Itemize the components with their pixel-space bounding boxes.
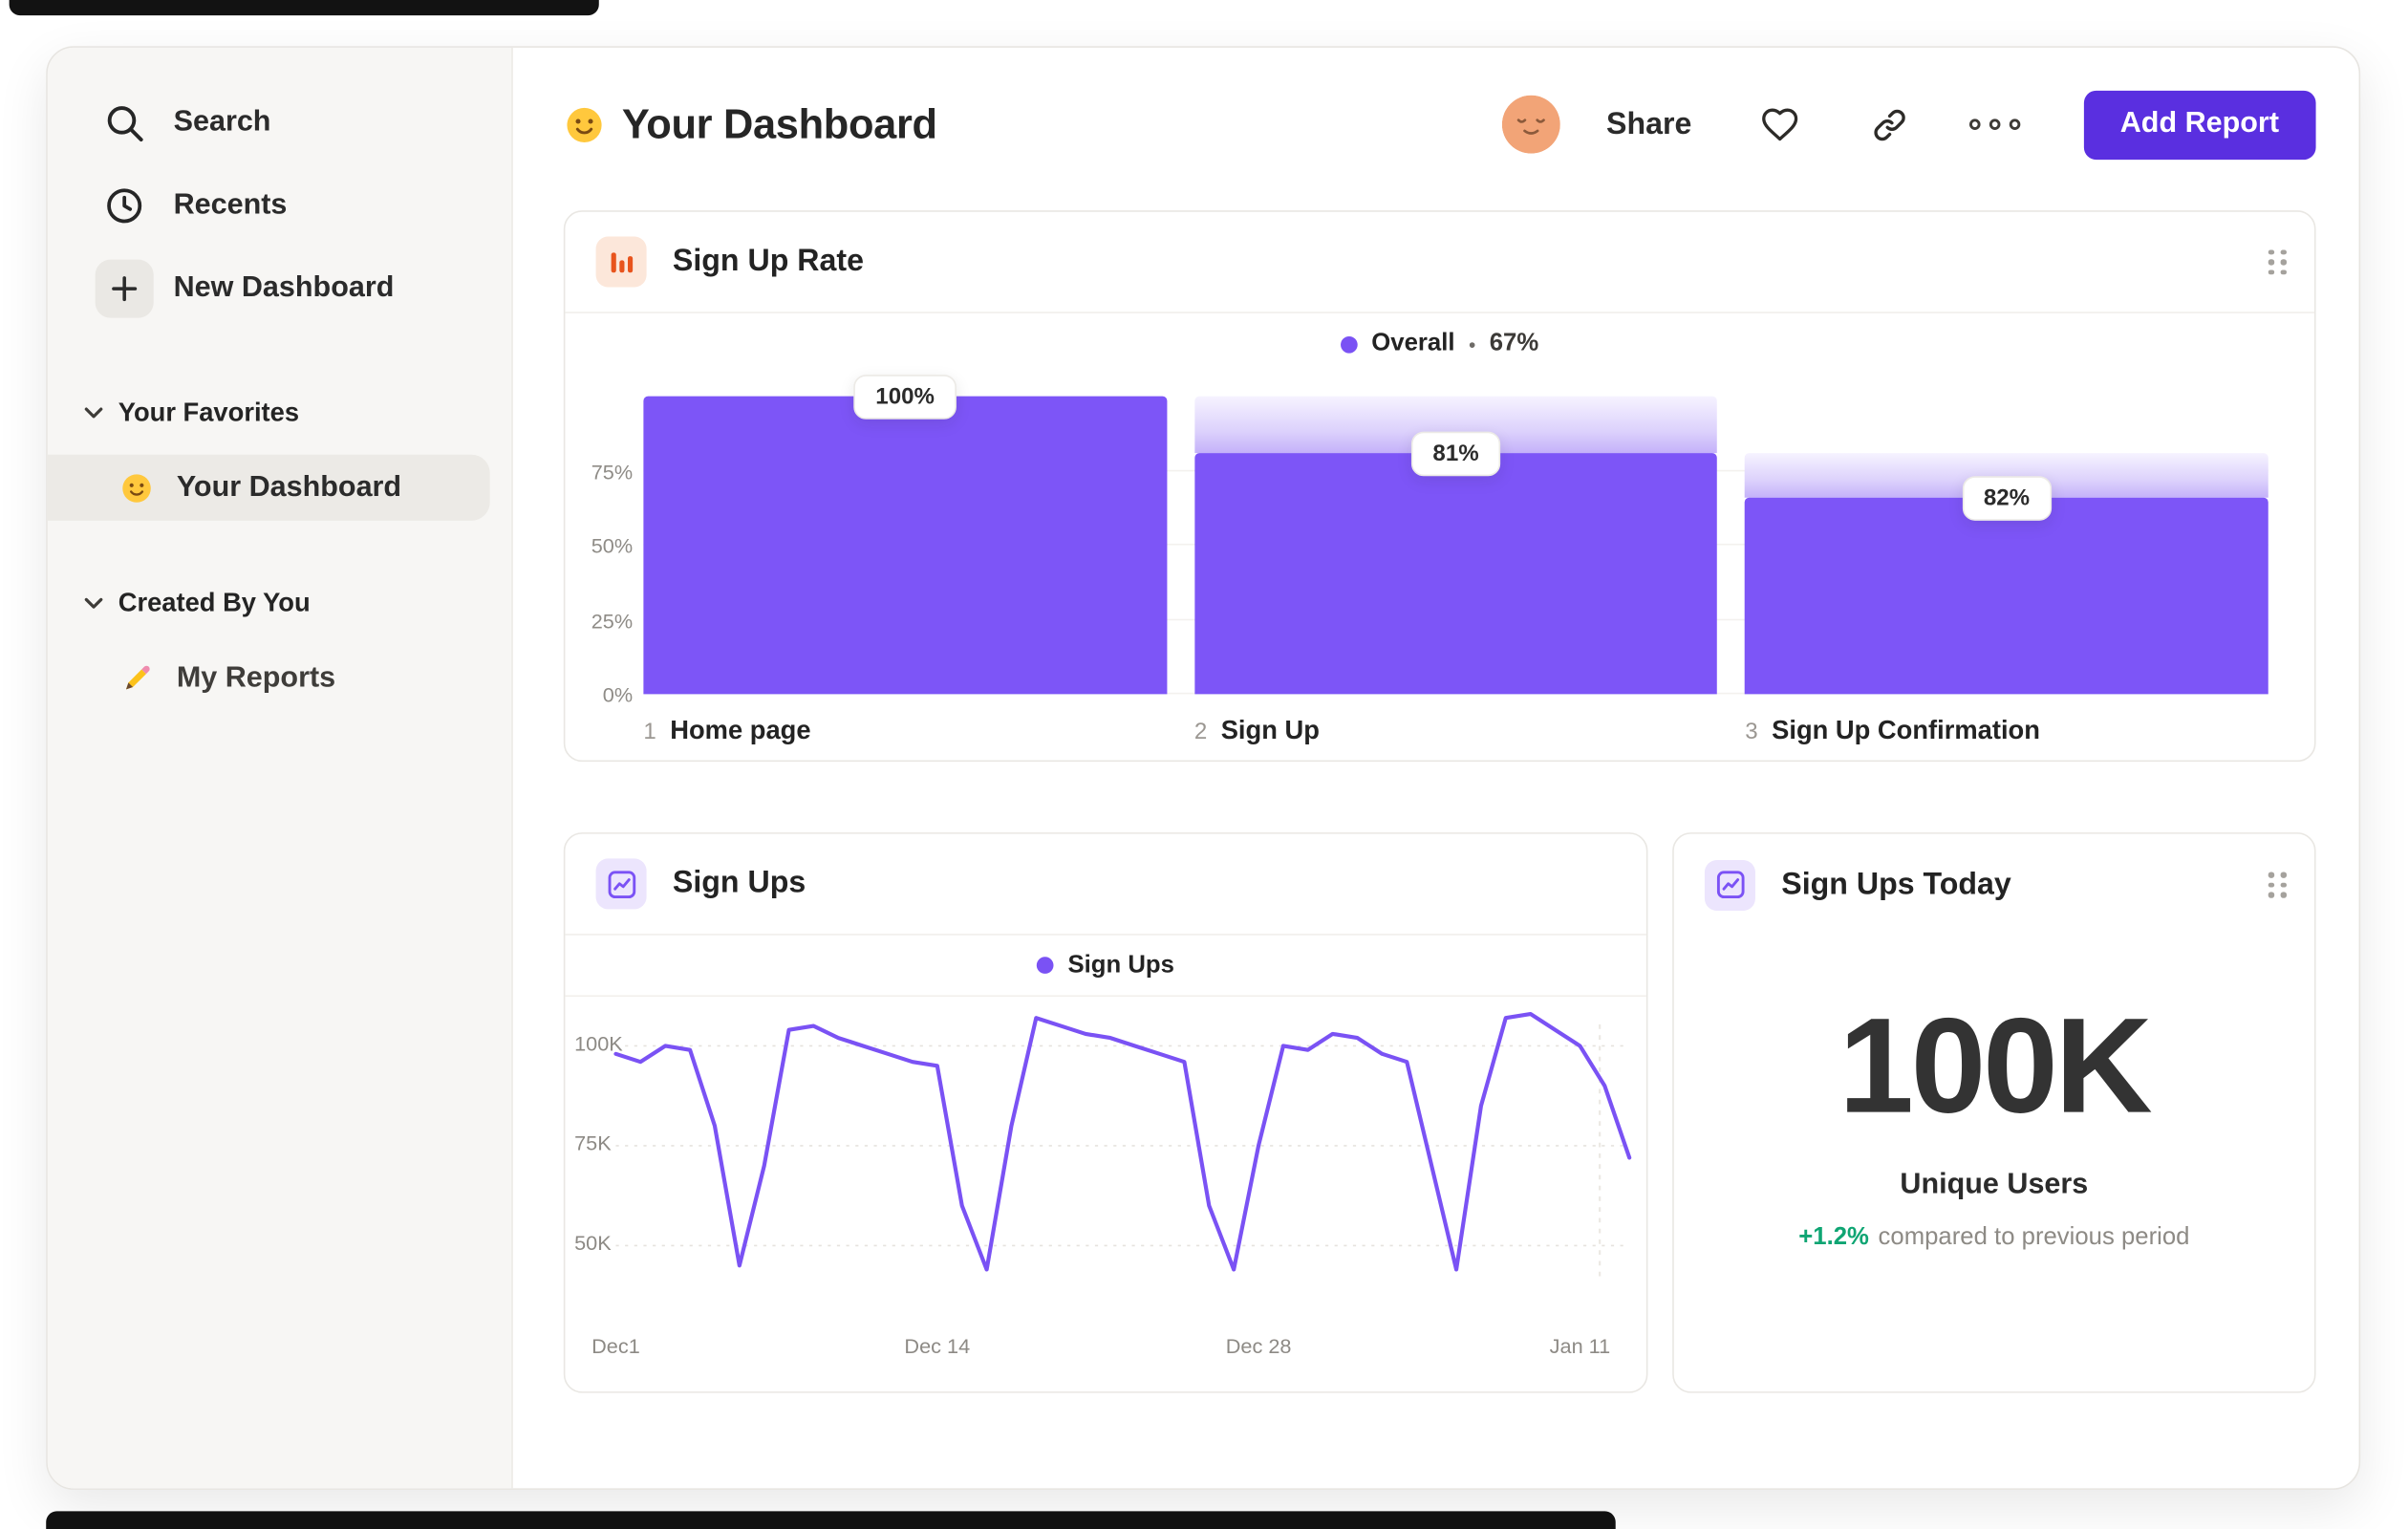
sidebar-item-label: New Dashboard [173,271,395,305]
funnel-y-tick: 50% [591,534,634,558]
line-y-tick: 50K [574,1231,612,1256]
bar-chart-icon [595,236,647,288]
drag-handle-icon[interactable] [2268,872,2287,897]
funnel-step-number: 3 [1745,719,1758,745]
background-window-edge-bottom [46,1511,1616,1529]
sidebar-item-your-dashboard[interactable]: Your Dashboard [47,454,490,521]
funnel-step-label: 2 Sign Up [1194,716,1718,746]
sidebar-item-my-reports[interactable]: My Reports [48,645,490,711]
sidebar-item-search[interactable]: Search [48,81,511,164]
funnel-step-name: Home page [670,715,811,745]
legend-value: 67% [1489,330,1539,356]
funnel-value-tooltip: 81% [1410,431,1501,477]
legend-dot [1037,957,1055,974]
card-header: Sign Ups [565,834,1646,936]
funnel-bar-step-1: 100% [643,375,1167,695]
background-window-edge-top [9,0,599,16]
section-title: Your Favorites [118,398,300,427]
sidebar-item-label: Search [173,105,271,139]
funnel-step-name: Sign Up [1220,715,1320,745]
copy-link-icon[interactable] [1870,105,1908,143]
drag-handle-icon[interactable] [2268,248,2287,275]
funnel-value-tooltip: 82% [1962,476,2052,521]
sidebar-item-label: My Reports [176,660,336,694]
card-title: Sign Ups [672,866,806,900]
line-y-tick: 100K [574,1031,623,1056]
card-header: Sign Up Rate [565,212,2314,313]
funnel-legend: Overall • 67% [565,313,2314,375]
sidebar-section-created-by-you[interactable]: Created By You [48,580,511,626]
legend-separator: • [1468,332,1476,356]
legend-label: Overall [1371,330,1455,356]
share-button[interactable]: Share [1606,107,1691,142]
plus-icon [94,258,155,319]
funnel-solid-bar [1745,497,2268,695]
funnel-y-tick: 25% [591,609,634,633]
signups-today-card: Sign Ups Today 100K Unique Users +1.2% co… [1672,832,2316,1393]
sidebar-section-favorites[interactable]: Your Favorites [48,390,511,436]
funnel-step-label: 3 Sign Up Confirmation [1745,716,2268,746]
page-title: Your Dashboard [621,100,937,147]
line-chart-icon [1704,859,1755,911]
funnel-plot: 75% 50% 25% 0% 100% 81% 82% [591,375,2268,706]
card-header: Sign Ups Today [1674,834,2314,936]
signups-line-svg [613,1011,1632,1280]
page-root: Search Recents New Dashboard Your Favori… [0,0,2408,1529]
main-content: Your Dashboard Share Add Report Sign Up … [513,48,2359,1488]
cards-row: Sign Ups Sign Ups 100K 75K 50K Dec1 Dec 14 De… [563,832,2316,1393]
more-options-icon[interactable] [1967,117,2022,132]
signup-rate-card: Sign Up Rate Overall • 67% 75% 50% 25% 0% 10… [563,210,2316,763]
line-x-tick: Dec 28 [1225,1334,1292,1358]
add-report-button[interactable]: Add Report [2083,90,2316,160]
search-icon [94,92,155,153]
app-window: Search Recents New Dashboard Your Favori… [46,46,2361,1490]
funnel-y-tick: 75% [591,460,634,484]
header-actions: Share Add Report [1501,90,2316,160]
signups-legend: Sign Ups [565,936,1646,998]
line-chart-icon [595,858,647,910]
clock-icon [94,175,155,236]
dashboard-header: Your Dashboard Share Add Report [564,89,2316,160]
metric-value: 100K [1838,988,2152,1142]
funnel-labels: 1 Home page 2 Sign Up 3 Sign Up Confirmation [643,716,2268,746]
sidebar: Search Recents New Dashboard Your Favori… [47,47,513,1489]
section-title: Created By You [118,588,311,618]
sidebar-item-new-dashboard[interactable]: New Dashboard [48,248,511,331]
smiley-icon [118,469,156,506]
line-x-tick: Dec1 [591,1334,640,1358]
card-title: Sign Up Rate [672,244,864,278]
funnel-step-label: 1 Home page [643,716,1167,746]
metric-delta-note: compared to previous period [1878,1223,2190,1251]
line-x-tick: Dec 14 [904,1334,971,1358]
chevron-down-icon [84,407,103,420]
funnel-y-tick: 0% [602,683,634,707]
card-title: Sign Ups Today [1781,867,2011,901]
funnel-step-number: 1 [643,719,656,745]
funnel-bar-step-3: 82% [1745,397,2268,695]
metric-delta: +1.2% [1798,1223,1869,1251]
funnel-value-tooltip: 100% [853,375,957,420]
funnel-solid-bar [643,396,1167,695]
favorite-heart-icon[interactable] [1759,104,1799,144]
legend-label: Sign Ups [1067,951,1174,978]
signups-chart: 100K 75K 50K Dec1 Dec 14 Dec 28 Jan 11 [565,997,1645,1384]
metric-body: 100K Unique Users +1.2% compared to previ… [1674,988,2314,1252]
sidebar-item-recents[interactable]: Recents [48,164,511,248]
metric-label: Unique Users [1900,1169,2089,1201]
line-y-tick: 75K [574,1131,612,1155]
avatar[interactable] [1501,95,1560,154]
smiley-icon [564,103,605,144]
legend-dot [1341,335,1358,353]
metric-delta-row: +1.2% compared to previous period [1674,1224,2314,1252]
pencil-icon [118,659,156,697]
funnel-solid-bar [1193,452,1718,695]
chevron-down-icon [84,597,103,610]
funnel-step-number: 2 [1193,719,1208,745]
funnel-bar-step-2: 81% [1193,396,1718,695]
sidebar-item-label: Recents [173,188,288,222]
sidebar-item-label: Your Dashboard [176,470,402,504]
funnel-step-name: Sign Up Confirmation [1772,715,2040,745]
signups-card: Sign Ups Sign Ups 100K 75K 50K Dec1 Dec 14 De… [563,832,1648,1393]
line-x-tick: Jan 11 [1549,1334,1611,1358]
